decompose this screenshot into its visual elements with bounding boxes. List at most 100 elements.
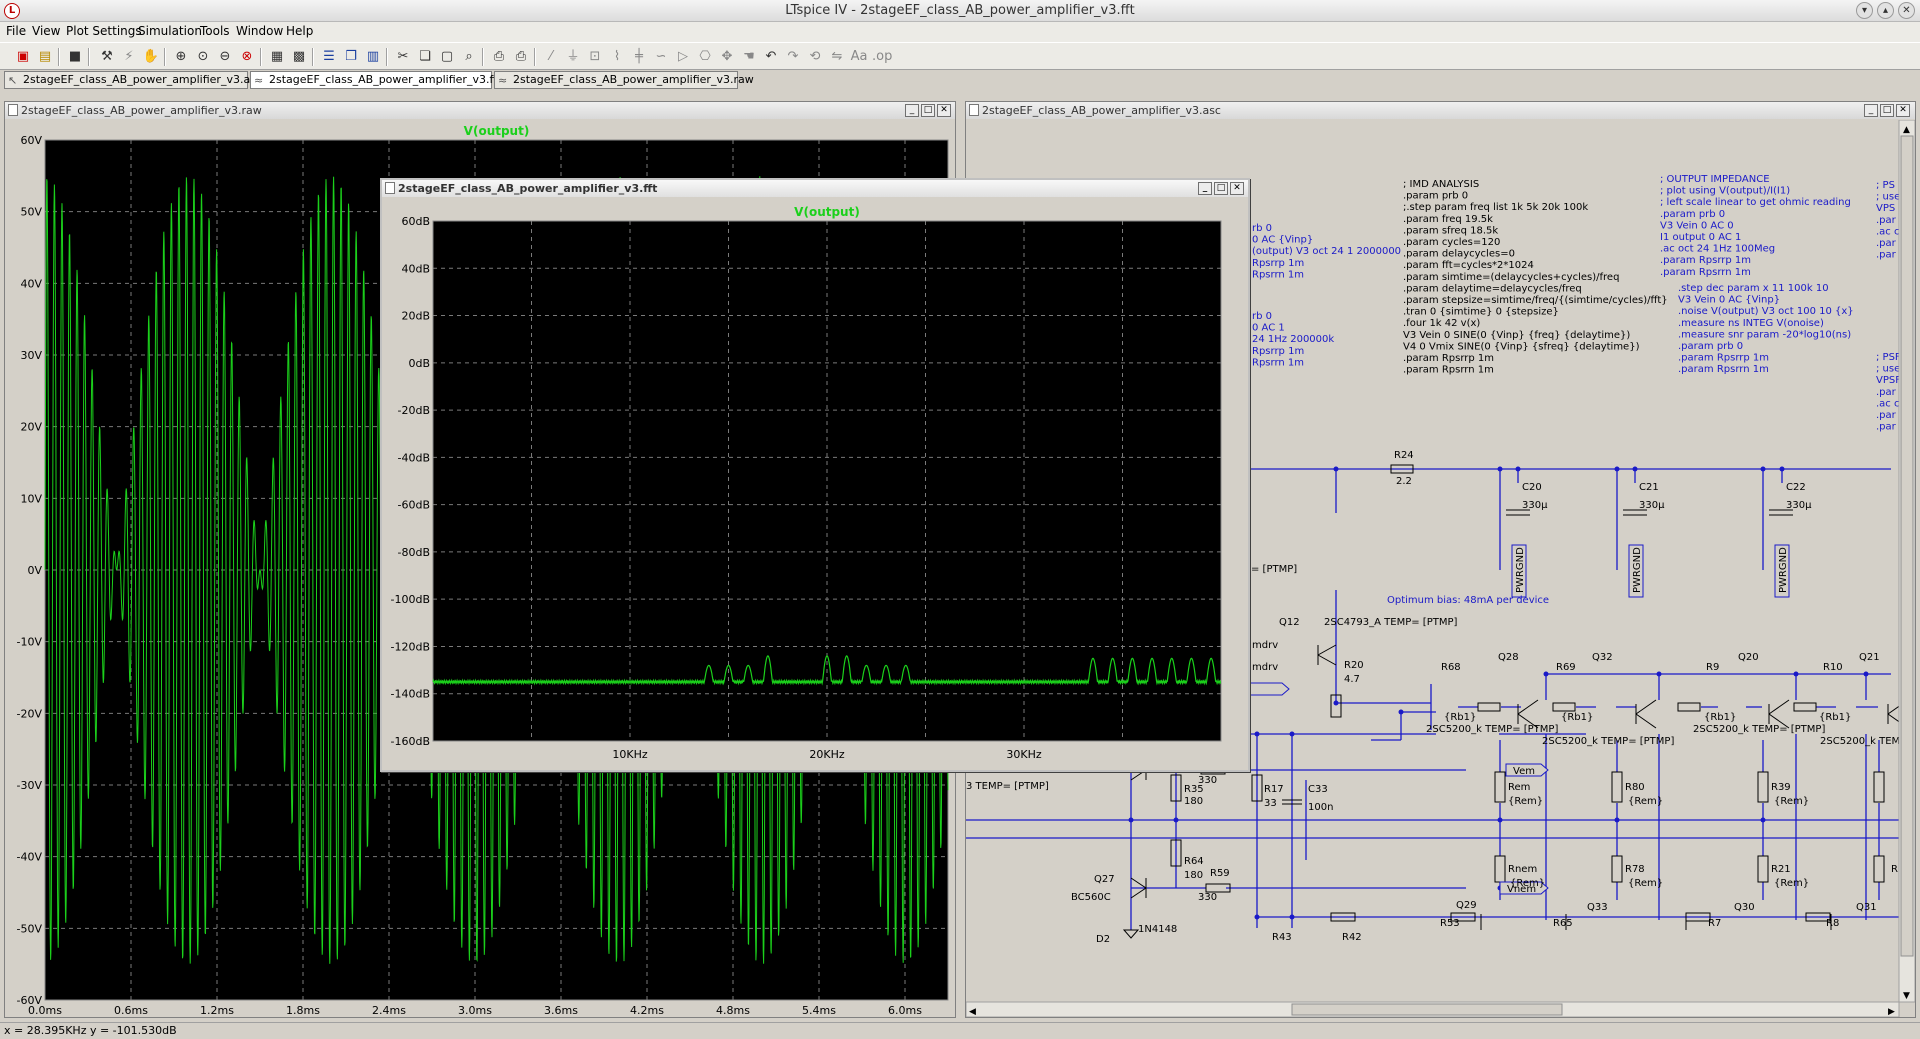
spice-directive-noise: .param Rpsrrp 1m (1678, 353, 1769, 364)
raw-y-tick: 20V (20, 421, 42, 434)
cut-icon[interactable]: ✂ (394, 48, 412, 66)
ltspice-icon[interactable]: L (4, 3, 20, 19)
spice-directive-right-b: ; PSF (1876, 352, 1901, 363)
raw-x-tick: 5.4ms (802, 1004, 836, 1017)
drag-icon[interactable]: ☚ (740, 48, 758, 66)
minimize-icon[interactable]: _ (1864, 104, 1878, 117)
print-icon[interactable]: ⎙ (512, 48, 530, 66)
menu-plot-settings[interactable]: Plot Settings (66, 24, 142, 38)
component-label-remv: {Rem} (1774, 796, 1809, 807)
zoom-in-icon[interactable]: ⊕ (172, 48, 190, 66)
maximize-icon[interactable]: □ (921, 104, 935, 117)
component-label-r24: R24 (1394, 450, 1414, 461)
minimize-icon[interactable]: _ (1198, 182, 1212, 195)
component-label-r20v: 4.7 (1344, 674, 1360, 685)
tab-label: 2stageEF_class_AB_power_amplifier_v3.raw (513, 73, 754, 86)
maximize-icon[interactable]: □ (1214, 182, 1228, 195)
spice-directive-impedance: ; OUTPUT IMPEDANCE (1660, 174, 1770, 185)
component-label-c20v: 330µ (1522, 500, 1548, 511)
menu-window[interactable]: Window (236, 24, 283, 38)
spice-directive-noise: .param prb 0 (1678, 341, 1743, 352)
tile-horizontal-icon[interactable]: ☰ (320, 48, 338, 66)
schematic-window-titlebar[interactable]: 2stageEF_class_AB_power_amplifier_v3.asc… (966, 102, 1915, 119)
mirror-icon[interactable]: ⇋ (828, 48, 846, 66)
tab-raw[interactable]: ≈ 2stageEF_class_AB_power_amplifier_v3.r… (494, 71, 754, 89)
diode-icon[interactable]: ▷ (674, 48, 692, 66)
cascade-icon[interactable]: ❐ (342, 48, 360, 66)
minimize-icon[interactable]: ▾ (1856, 2, 1873, 19)
document-tabs: ↖ 2stageEF_class_AB_power_amplifier_v3.a… (0, 70, 1920, 90)
paste-icon[interactable]: ▢ (438, 48, 456, 66)
spice-directive-right-b: .par (1876, 422, 1897, 433)
menu-tools[interactable]: Tools (200, 24, 230, 38)
fft-plot[interactable]: 60dB 40dB 20dB 0dB -20dB -40dB -60dB -80dB -100d… (382, 197, 1248, 770)
toolbar-separator (58, 48, 60, 66)
new-schematic-icon[interactable]: ▣ (14, 48, 32, 66)
autorange-icon[interactable]: ▦ (268, 48, 286, 66)
spice-directive-noise: .measure ns INTEG V(onoise) (1678, 318, 1824, 329)
fft-y-tick: -100dB (391, 593, 431, 606)
inductor-icon[interactable]: ∽ (652, 48, 670, 66)
component-label-q12m: 2SC4793_A TEMP= [PTMP] (1324, 617, 1458, 628)
component-label-mdrv1: mdrv (1252, 640, 1278, 651)
minimize-icon[interactable]: _ (905, 104, 919, 117)
spice-directive-right-a: ; use (1876, 192, 1900, 203)
status-bar: x = 28.395KHz y = -101.530dB (0, 1022, 1920, 1039)
component-label-c22v: 330µ (1786, 500, 1812, 511)
maximize-icon[interactable]: □ (1880, 104, 1894, 117)
run-icon[interactable]: ⚡ (120, 48, 138, 66)
tab-fft[interactable]: ≈ 2stageEF_class_AB_power_amplifier_v3.f… (250, 71, 501, 89)
component-icon[interactable]: ⎔ (696, 48, 714, 66)
raw-y-tick: 40V (20, 277, 42, 290)
close-icon[interactable]: ✕ (937, 104, 951, 117)
spice-directive-noise: .param Rpsrrn 1m (1678, 364, 1769, 375)
spice-directive-left-a: 0 AC {Vinp} (1252, 235, 1313, 246)
spice-directive-right-b: .ac c (1876, 398, 1899, 409)
copy-icon[interactable]: ❏ (416, 48, 434, 66)
move-icon[interactable]: ✥ (718, 48, 736, 66)
zoom-out-icon[interactable]: ⊖ (216, 48, 234, 66)
spice-directive-icon[interactable]: .op (872, 48, 892, 66)
print-setup-icon[interactable]: ⎙ (490, 48, 508, 66)
close-icon[interactable]: ✕ (1230, 182, 1244, 195)
open-icon[interactable]: ▤ (36, 48, 54, 66)
component-label-remv: {Rem} (1628, 796, 1663, 807)
component-label-c22: C22 (1786, 482, 1806, 493)
close-icon[interactable]: ✕ (1898, 2, 1915, 19)
wire-icon[interactable]: ⁄ (542, 48, 560, 66)
halt-icon[interactable]: ✋ (142, 48, 160, 66)
menu-file[interactable]: File (6, 24, 26, 38)
zoom-fit-icon[interactable]: ⊗ (238, 48, 256, 66)
rotate-icon[interactable]: ⟲ (806, 48, 824, 66)
maximize-icon[interactable]: ▴ (1877, 2, 1894, 19)
menu-help[interactable]: Help (286, 24, 313, 38)
resistor-icon[interactable]: ⌇ (608, 48, 626, 66)
fft-window-titlebar[interactable]: 2stageEF_class_AB_power_amplifier_v3.fft… (382, 180, 1248, 197)
spice-directive-impedance: ; plot using V(output)/I(I1) (1660, 186, 1790, 197)
raw-window-titlebar[interactable]: 2stageEF_class_AB_power_amplifier_v3.raw… (5, 102, 955, 119)
grid-icon[interactable]: ▩ (290, 48, 308, 66)
close-icon[interactable]: ✕ (1896, 104, 1910, 117)
spice-directive-right-b: .par (1876, 410, 1897, 421)
label-net-icon[interactable]: ⊡ (586, 48, 604, 66)
component-label-ptmp1: = [PTMP] (1251, 564, 1297, 575)
pan-icon[interactable]: ⊙ (194, 48, 212, 66)
tile-vertical-icon[interactable]: ▥ (364, 48, 382, 66)
menu-view[interactable]: View (32, 24, 60, 38)
component-label-rb1: {Rb1} (1444, 712, 1476, 723)
menu-simulation[interactable]: Simulation (138, 24, 202, 38)
undo-icon[interactable]: ↶ (762, 48, 780, 66)
tab-asc[interactable]: ↖ 2stageEF_class_AB_power_amplifier_v3.a… (4, 71, 262, 89)
control-panel-icon[interactable]: ⚒ (98, 48, 116, 66)
find-icon[interactable]: ⌕ (460, 48, 478, 66)
spice-directive-imd: .four 1k 42 v(x) (1403, 318, 1480, 329)
save-icon[interactable]: ■ (66, 48, 84, 66)
text-icon[interactable]: Aa (850, 48, 868, 66)
spice-directive-right-a: .par (1876, 215, 1897, 226)
redo-icon[interactable]: ↷ (784, 48, 802, 66)
fft-window[interactable]: 2stageEF_class_AB_power_amplifier_v3.fft… (380, 178, 1250, 772)
capacitor-icon[interactable]: ╪ (630, 48, 648, 66)
fft-y-tick: -60dB (398, 499, 431, 512)
spice-directive-left-a: Rpsrrn 1m (1252, 269, 1304, 280)
ground-icon[interactable]: ⏚ (564, 48, 582, 66)
